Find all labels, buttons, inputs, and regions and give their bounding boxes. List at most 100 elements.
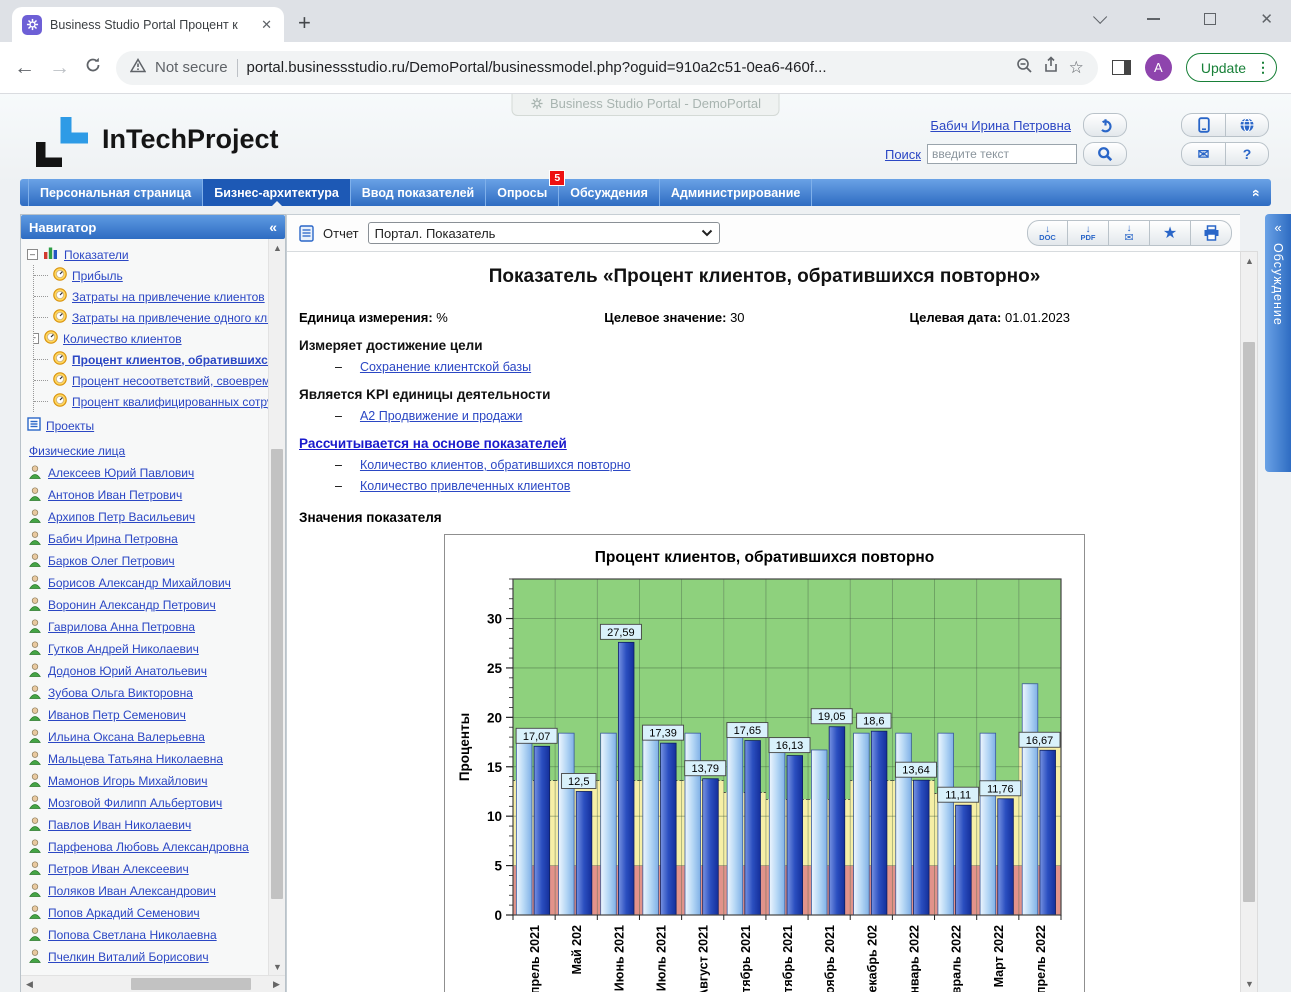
main-vertical-scrollbar[interactable]: ▲ ▼: [1240, 251, 1258, 992]
print-button[interactable]: [1191, 220, 1232, 246]
person-link[interactable]: Мальцева Татьяна Николаевна: [48, 752, 223, 766]
person-link[interactable]: Ильина Оксана Валерьевна: [48, 730, 205, 744]
main-scroll-up-icon[interactable]: ▲: [1241, 252, 1258, 269]
browser-tab[interactable]: Business Studio Portal Процент к ✕: [12, 7, 284, 42]
scroll-up-icon[interactable]: ▲: [269, 239, 286, 256]
nav-tab-item[interactable]: Администрирование: [660, 179, 812, 206]
page-title: Показатель «Процент клиентов, обративших…: [299, 266, 1230, 288]
new-tab-button[interactable]: +: [298, 10, 311, 36]
indicators-icon: [43, 246, 59, 263]
sidebar-item-indicators[interactable]: Показатели: [64, 248, 129, 262]
help-button[interactable]: ?: [1225, 142, 1269, 166]
list-item-person: Павлов Иван Николаевич: [27, 814, 268, 836]
person-link[interactable]: Пчелкин Виталий Борисович: [48, 950, 209, 964]
browser-menu-dots-icon[interactable]: ⋮: [1256, 59, 1270, 76]
person-link[interactable]: Парфенова Любовь Александровна: [48, 840, 249, 854]
search-button[interactable]: [1083, 142, 1127, 166]
nav-tab-item[interactable]: Обсуждения: [559, 179, 660, 206]
person-link[interactable]: Воронин Александр Петрович: [48, 598, 216, 612]
related-indicator-link[interactable]: Количество клиентов, обратившихся повтор…: [360, 458, 631, 472]
sidebar-scroll-thumb[interactable]: [271, 449, 283, 899]
person-link[interactable]: Архипов Петр Васильевич: [48, 510, 195, 524]
reload-button[interactable]: [84, 56, 102, 80]
share-icon[interactable]: [1042, 56, 1060, 79]
sidebar-horizontal-scrollbar[interactable]: ◀ ▶: [21, 975, 285, 992]
export-pdf-button[interactable]: ↓PDF: [1068, 220, 1109, 246]
main-scroll-down-icon[interactable]: ▼: [1241, 975, 1258, 992]
sidebar-item-indicator[interactable]: Процент клиентов, обратившихся: [72, 353, 268, 367]
person-link[interactable]: Мозговой Филипп Альбертович: [48, 796, 222, 810]
side-panel-icon[interactable]: [1112, 60, 1131, 75]
search-input[interactable]: [927, 144, 1077, 164]
sidebar-item-indicator[interactable]: Процент квалифицированных сотруд: [72, 395, 268, 409]
current-user-link[interactable]: Бабич Ирина Петровна: [930, 118, 1071, 133]
person-link[interactable]: Гаврилова Анна Петровна: [48, 620, 195, 634]
favorite-star-button[interactable]: ★: [1150, 220, 1191, 246]
window-close-icon[interactable]: ✕: [1260, 10, 1273, 28]
navigator-collapse-icon[interactable]: «: [269, 219, 277, 235]
messages-button[interactable]: ✉: [1181, 142, 1225, 166]
person-link[interactable]: Попова Светлана Николаевна: [48, 928, 217, 942]
person-link[interactable]: Мамонов Игорь Михайлович: [48, 774, 208, 788]
nav-tab-item[interactable]: Ввод показателей: [351, 179, 486, 206]
bookmark-star-icon[interactable]: ☆: [1069, 58, 1084, 78]
mobile-version-button[interactable]: [1181, 113, 1225, 137]
sidebar-item-indicator[interactable]: Затраты на привлечение клиентов: [72, 290, 265, 304]
scroll-left-icon[interactable]: ◀: [21, 976, 38, 992]
sidebar-item-persons-header[interactable]: Физические лица: [29, 444, 268, 458]
window-menu-chevron-icon[interactable]: [1093, 10, 1107, 24]
related-indicator-link[interactable]: А2 Продвижение и продажи: [360, 409, 522, 423]
back-button[interactable]: ←: [14, 56, 35, 80]
address-bar[interactable]: Not secure portal.businessstudio.ru/Demo…: [116, 51, 1098, 85]
send-mail-button[interactable]: ↓✉: [1109, 220, 1150, 246]
person-link[interactable]: Барков Олег Петрович: [48, 554, 175, 568]
update-browser-button[interactable]: Update ⋮: [1186, 53, 1277, 82]
sidebar-hscroll-thumb[interactable]: [131, 978, 251, 990]
nav-tab-item[interactable]: Опросы5: [486, 179, 559, 206]
person-link[interactable]: Павлов Иван Николаевич: [48, 818, 191, 832]
related-indicator-link[interactable]: Количество привлеченных клиентов: [360, 479, 570, 493]
person-link[interactable]: Алексеев Юрий Павлович: [48, 466, 194, 480]
tab-close-icon[interactable]: ✕: [259, 17, 274, 33]
sidebar-item-indicator[interactable]: Прибыль: [72, 269, 123, 283]
scroll-down-icon[interactable]: ▼: [269, 958, 286, 975]
person-link[interactable]: Попов Аркадий Семенович: [48, 906, 200, 920]
discussion-panel-tab[interactable]: « Обсуждение: [1265, 214, 1291, 472]
forward-button[interactable]: →: [49, 56, 70, 80]
tree-item: Затраты на привлечение клиентов: [34, 286, 268, 307]
report-select[interactable]: Портал. Показатель: [368, 222, 720, 244]
search-link[interactable]: Поиск: [885, 147, 921, 162]
person-link[interactable]: Гутков Андрей Николаевич: [48, 642, 199, 656]
main-scroll-thumb[interactable]: [1243, 342, 1255, 902]
person-link[interactable]: Поляков Иван Александрович: [48, 884, 216, 898]
window-maximize-icon[interactable]: [1204, 13, 1216, 25]
list-item-person: Парфенова Любовь Александровна: [27, 836, 268, 858]
language-globe-button[interactable]: [1225, 113, 1269, 137]
nav-tab-active[interactable]: Бизнес-архитектура: [203, 179, 351, 206]
expand-icon[interactable]: +: [34, 333, 39, 344]
navbar-collapse-button[interactable]: «: [1243, 179, 1271, 206]
person-link[interactable]: Зубова Ольга Викторовна: [48, 686, 193, 700]
related-indicator-link[interactable]: Сохранение клиентской базы: [360, 360, 531, 374]
person-link[interactable]: Петров Иван Алексеевич: [48, 862, 189, 876]
person-link[interactable]: Антонов Иван Петрович: [48, 488, 182, 502]
profile-avatar[interactable]: A: [1145, 54, 1172, 81]
not-secure-warning-icon[interactable]: [130, 58, 146, 78]
section-heading-link[interactable]: Рассчитывается на основе показателей: [299, 436, 567, 451]
sidebar-item-projects[interactable]: Проекты: [46, 419, 94, 433]
person-link[interactable]: Додонов Юрий Анатольевич: [48, 664, 207, 678]
person-link[interactable]: Иванов Петр Семенович: [48, 708, 186, 722]
logout-button[interactable]: [1083, 113, 1127, 137]
sidebar-item-indicator[interactable]: Затраты на привлечение одного клие: [72, 311, 268, 325]
sidebar-vertical-scrollbar[interactable]: ▲ ▼: [268, 239, 285, 975]
person-link[interactable]: Бабич Ирина Петровна: [48, 532, 178, 546]
scroll-right-icon[interactable]: ▶: [268, 976, 285, 992]
person-link[interactable]: Борисов Александр Михайлович: [48, 576, 231, 590]
sidebar-item-indicator[interactable]: Количество клиентов: [63, 332, 182, 346]
nav-tab-item[interactable]: Персональная страница: [28, 179, 203, 206]
sidebar-item-indicator[interactable]: Процент несоответствий, своевреме: [72, 374, 268, 388]
export-doc-button[interactable]: ↓DOC: [1027, 220, 1068, 246]
window-minimize-icon[interactable]: [1147, 18, 1160, 20]
zoom-indicator-icon[interactable]: [1015, 56, 1033, 79]
collapse-expander-icon[interactable]: –: [27, 249, 38, 260]
